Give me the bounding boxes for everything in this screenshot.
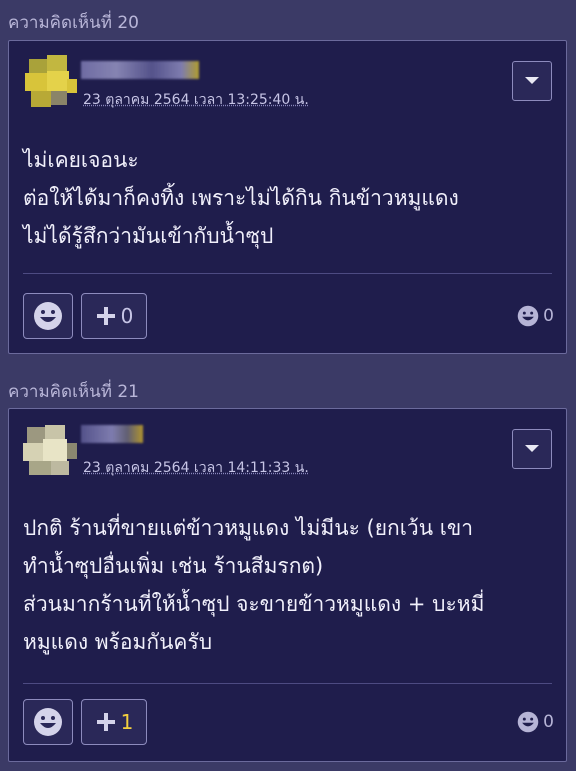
timestamp[interactable]: 23 ตุลาคม 2564 เวลา 13:25:40 น.: [83, 89, 309, 111]
comment-header: ความคิดเห็นที่ 20: [8, 13, 139, 33]
emoji-reaction-count[interactable]: 0: [517, 305, 554, 327]
plus-icon: [96, 713, 115, 731]
emoji-count: 0: [543, 712, 554, 732]
smiley-icon: [34, 708, 62, 736]
username-blurred[interactable]: [81, 61, 199, 79]
plus-count: 0: [120, 304, 134, 328]
chevron-down-icon: [525, 445, 539, 452]
comment-line: ส่วนมากร้านที่ให้น้ำซุป จะขายข้าวหมูแดง …: [23, 592, 485, 616]
comment-card: 23 ตุลาคม 2564 เวลา 13:25:40 น. ไม่เคยเจ…: [8, 40, 567, 354]
emoji-reaction-count[interactable]: 0: [517, 711, 554, 733]
username-blurred[interactable]: [81, 425, 143, 443]
smiley-icon: [517, 711, 539, 733]
comment-line: หมูแดง พร้อมกันครับ: [23, 630, 213, 654]
comment-body: ไม่เคยเจอนะ ต่อให้ได้มาก็คงทิ้ง เพราะไม่…: [23, 141, 552, 255]
options-dropdown-button[interactable]: [512, 61, 552, 101]
avatar[interactable]: [23, 55, 79, 111]
options-dropdown-button[interactable]: [512, 429, 552, 469]
plus-vote-button[interactable]: 0: [81, 293, 147, 339]
smiley-icon: [517, 305, 539, 327]
comment-body: ปกติ ร้านที่ขายแต่ข้าวหมูแดง ไม่มีนะ (ยก…: [23, 509, 552, 661]
comment-card: 23 ตุลาคม 2564 เวลา 14:11:33 น. ปกติ ร้า…: [8, 408, 567, 762]
plus-count: 1: [120, 710, 134, 734]
comment-line: ไม่ได้รู้สึกว่ามันเข้ากับน้ำซุป: [23, 224, 274, 248]
emoji-reaction-button[interactable]: [23, 699, 73, 745]
plus-icon: [96, 307, 115, 325]
timestamp[interactable]: 23 ตุลาคม 2564 เวลา 14:11:33 น.: [83, 457, 309, 479]
comment-line: ทำน้ำซุปอื่นเพิ่ม เช่น ร้านสีมรกต): [23, 554, 324, 578]
comment-line: ไม่เคยเจอนะ: [23, 148, 139, 172]
chevron-down-icon: [525, 77, 539, 84]
smiley-icon: [34, 302, 62, 330]
avatar[interactable]: [23, 423, 79, 479]
plus-vote-button[interactable]: 1: [81, 699, 147, 745]
divider: [23, 273, 552, 274]
comment-line: ต่อให้ได้มาก็คงทิ้ง เพราะไม่ได้กิน กินข้…: [23, 186, 459, 210]
divider: [23, 683, 552, 684]
emoji-count: 0: [543, 306, 554, 326]
comment-header: ความคิดเห็นที่ 21: [8, 382, 139, 402]
emoji-reaction-button[interactable]: [23, 293, 73, 339]
comment-line: ปกติ ร้านที่ขายแต่ข้าวหมูแดง ไม่มีนะ (ยก…: [23, 516, 474, 540]
